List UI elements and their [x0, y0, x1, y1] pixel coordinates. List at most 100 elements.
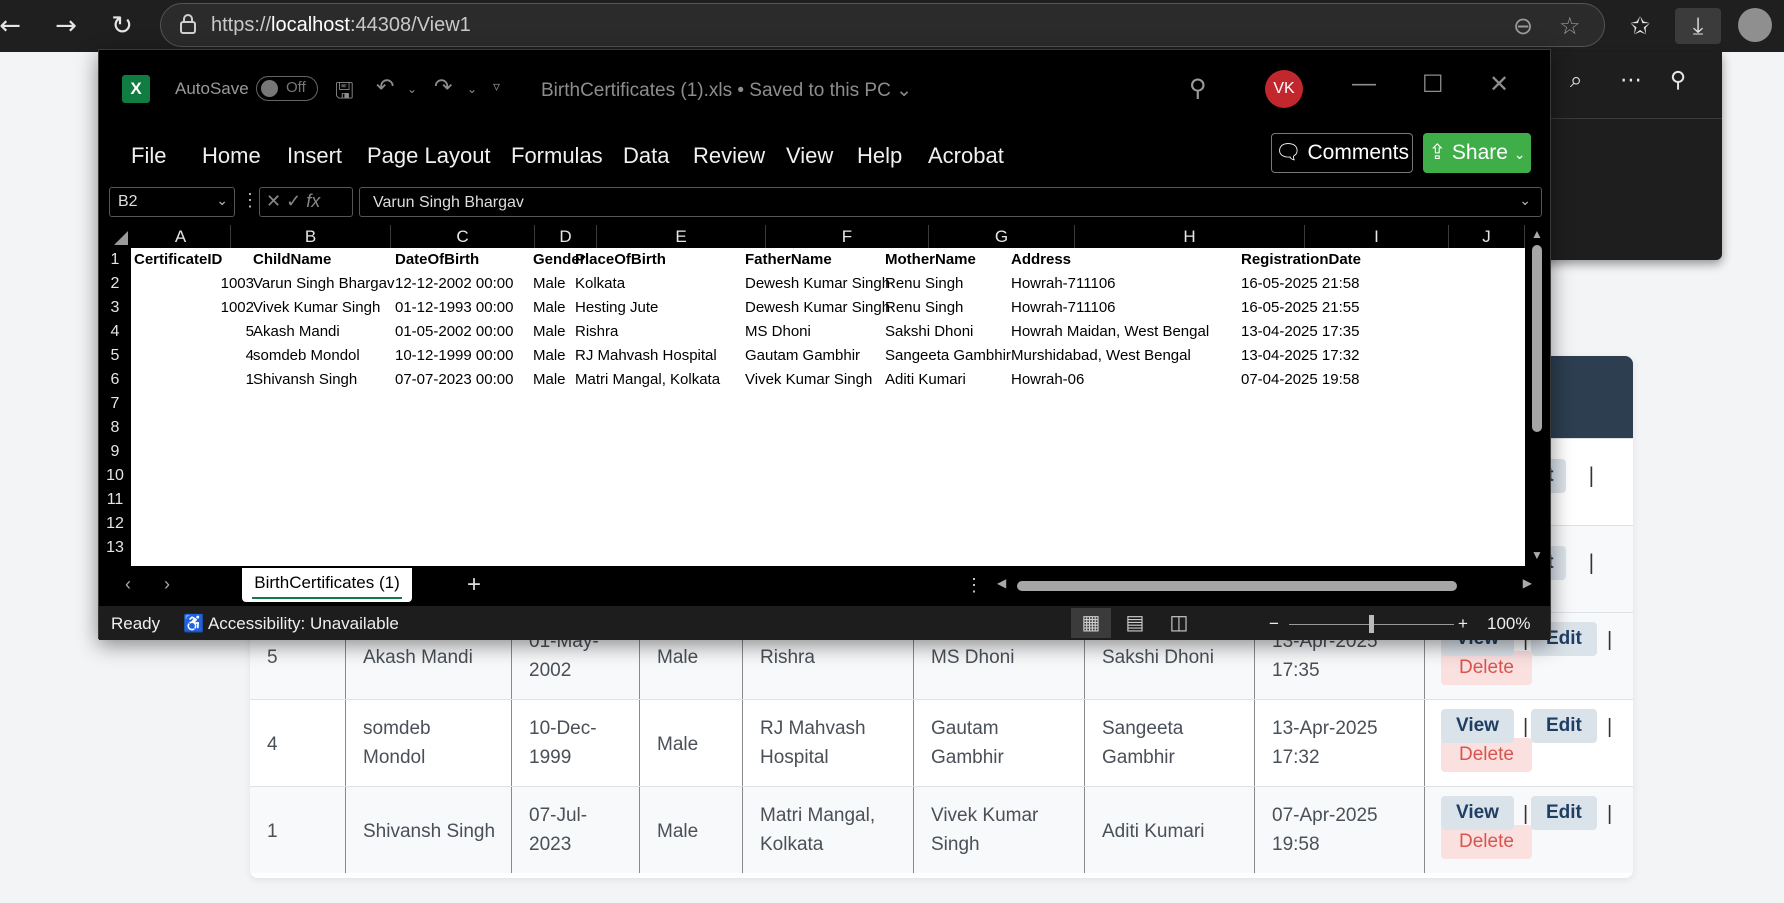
column-header[interactable]: A	[131, 225, 231, 248]
column-header[interactable]: G	[929, 225, 1075, 248]
scroll-thumb[interactable]	[1017, 581, 1457, 591]
chevron-down-icon[interactable]: ⌄	[467, 82, 477, 96]
data-cell[interactable]: 16-05-2025 21:55	[1241, 296, 1359, 320]
search-icon[interactable]: ⚲	[1189, 74, 1207, 103]
zoom-slider-thumb[interactable]	[1368, 615, 1374, 633]
header-cell[interactable]: FatherName	[745, 248, 832, 272]
tab-data[interactable]: Data	[623, 143, 669, 169]
user-avatar[interactable]: VK	[1265, 70, 1303, 108]
data-cell[interactable]: Howrah-06	[1011, 368, 1084, 392]
row-header[interactable]: 6	[99, 368, 131, 392]
data-cell[interactable]: Male	[533, 344, 566, 368]
address-bar[interactable]: https://localhost:44308/View1 ⊖ ☆	[160, 3, 1605, 47]
chevron-down-icon[interactable]: ⌄	[407, 82, 417, 96]
cancel-icon[interactable]: ✕	[266, 191, 281, 211]
data-cell[interactable]: Dewesh Kumar Singh	[745, 296, 890, 320]
data-cell[interactable]: Aditi Kumari	[885, 368, 966, 392]
data-cell[interactable]: Male	[533, 320, 566, 344]
data-cell[interactable]: Howrah-711106	[1011, 272, 1116, 296]
zoom-out-button[interactable]: −	[1269, 614, 1279, 634]
header-cell[interactable]: ChildName	[253, 248, 331, 272]
data-cell[interactable]: Male	[533, 272, 566, 296]
row-header[interactable]: 11	[99, 488, 131, 512]
row-header[interactable]: 7	[99, 392, 131, 416]
row-header[interactable]: 5	[99, 344, 131, 368]
page-layout-view-icon[interactable]: ▤	[1115, 608, 1155, 638]
header-cell[interactable]: CertificateID	[134, 248, 222, 272]
column-header[interactable]: C	[391, 225, 535, 248]
view-button[interactable]: View	[1441, 709, 1514, 743]
scroll-up-icon[interactable]: ▲	[1531, 227, 1543, 241]
sheet-tab[interactable]: BirthCertificates (1)	[242, 568, 412, 602]
favorite-star-icon[interactable]: ☆	[1559, 12, 1581, 40]
data-cell[interactable]: Howrah Maidan, West Bengal	[1011, 320, 1209, 344]
data-cell[interactable]: Kolkata	[575, 272, 625, 296]
data-cell[interactable]: 1002	[131, 296, 254, 320]
autosave-toggle[interactable]: Off	[256, 76, 318, 101]
row-header[interactable]: 8	[99, 416, 131, 440]
column-header[interactable]: H	[1075, 225, 1305, 248]
comments-button[interactable]: 🗨 Comments	[1271, 133, 1413, 173]
row-header[interactable]: 3	[99, 296, 131, 320]
view-button[interactable]: View	[1441, 796, 1514, 830]
tab-help[interactable]: Help	[857, 143, 902, 169]
data-cell[interactable]: 12-12-2002 00:00	[395, 272, 513, 296]
forward-icon[interactable]: →	[48, 8, 84, 44]
customize-toolbar-icon[interactable]: ▿	[493, 78, 500, 95]
page-break-view-icon[interactable]: ◫	[1159, 608, 1199, 638]
data-cell[interactable]: Rishra	[575, 320, 618, 344]
horizontal-scrollbar[interactable]: ◀ ▶	[997, 576, 1532, 596]
data-cell[interactable]: 1	[131, 368, 254, 392]
data-cell[interactable]: Gautam Gambhir	[745, 344, 860, 368]
data-cell[interactable]: Shivansh Singh	[253, 368, 357, 392]
maximize-icon[interactable]: ☐	[1422, 70, 1444, 99]
formula-bar[interactable]: Varun Singh Bhargav ⌄	[359, 187, 1542, 217]
sheet-cells[interactable]: CertificateID ChildName DateOfBirth Gender P…	[131, 248, 1525, 566]
insert-function-icon[interactable]: fx	[306, 191, 320, 211]
share-button[interactable]: ⇪ Share ⌄	[1423, 133, 1531, 173]
edit-button[interactable]: Edit	[1531, 796, 1597, 830]
data-cell[interactable]: Varun Singh Bhargav	[253, 272, 394, 296]
more-options-icon[interactable]: ⋯	[1620, 68, 1642, 93]
zoom-out-icon[interactable]: ⊖	[1513, 12, 1533, 40]
vertical-scrollbar[interactable]: ▲ ▼	[1526, 225, 1550, 566]
data-cell[interactable]: Howrah-711106	[1011, 296, 1116, 320]
data-cell[interactable]: RJ Mahvash Hospital	[575, 344, 717, 368]
name-box[interactable]: B2 ⌄	[109, 187, 235, 217]
more-icon[interactable]: ⋮	[965, 575, 983, 596]
tab-home[interactable]: Home	[202, 143, 261, 169]
chevron-left-icon[interactable]: ‹	[125, 574, 131, 595]
zoom-in-button[interactable]: +	[1458, 614, 1468, 634]
scroll-thumb[interactable]	[1532, 245, 1542, 432]
more-icon[interactable]: ⋮	[241, 190, 259, 211]
tab-acrobat[interactable]: Acrobat	[928, 143, 1004, 169]
add-sheet-icon[interactable]: +	[467, 571, 481, 599]
header-cell[interactable]: MotherName	[885, 248, 976, 272]
tab-view[interactable]: View	[786, 143, 833, 169]
data-cell[interactable]: 13-04-2025 17:35	[1241, 320, 1359, 344]
row-header[interactable]: 12	[99, 512, 131, 536]
zoom-level[interactable]: 100%	[1487, 614, 1530, 634]
chevron-right-icon[interactable]: ›	[164, 574, 170, 595]
header-cell[interactable]: RegistrationDate	[1241, 248, 1361, 272]
data-cell[interactable]: 07-04-2025 19:58	[1241, 368, 1359, 392]
pin-icon[interactable]: ⚲	[1670, 68, 1686, 93]
undo-icon[interactable]: ↶	[376, 74, 394, 100]
data-cell[interactable]: somdeb Mondol	[253, 344, 360, 368]
column-header[interactable]: D	[535, 225, 597, 248]
data-cell[interactable]: 01-12-1993 00:00	[395, 296, 513, 320]
profile-avatar[interactable]	[1738, 8, 1772, 42]
data-cell[interactable]: Male	[533, 368, 566, 392]
column-header[interactable]: I	[1305, 225, 1449, 248]
header-cell[interactable]: PlaceOfBirth	[575, 248, 666, 272]
data-cell[interactable]: Hesting Jute	[575, 296, 658, 320]
tab-page-layout[interactable]: Page Layout	[367, 143, 491, 169]
row-header[interactable]: 13	[99, 536, 131, 560]
scroll-down-icon[interactable]: ▼	[1531, 548, 1543, 562]
data-cell[interactable]: 07-07-2023 00:00	[395, 368, 513, 392]
header-cell[interactable]: DateOfBirth	[395, 248, 479, 272]
row-header[interactable]: 2	[99, 272, 131, 296]
delete-button[interactable]: Delete	[1441, 738, 1532, 772]
favorites-icon[interactable]: ✩	[1622, 8, 1658, 44]
data-cell[interactable]: 5	[131, 320, 254, 344]
